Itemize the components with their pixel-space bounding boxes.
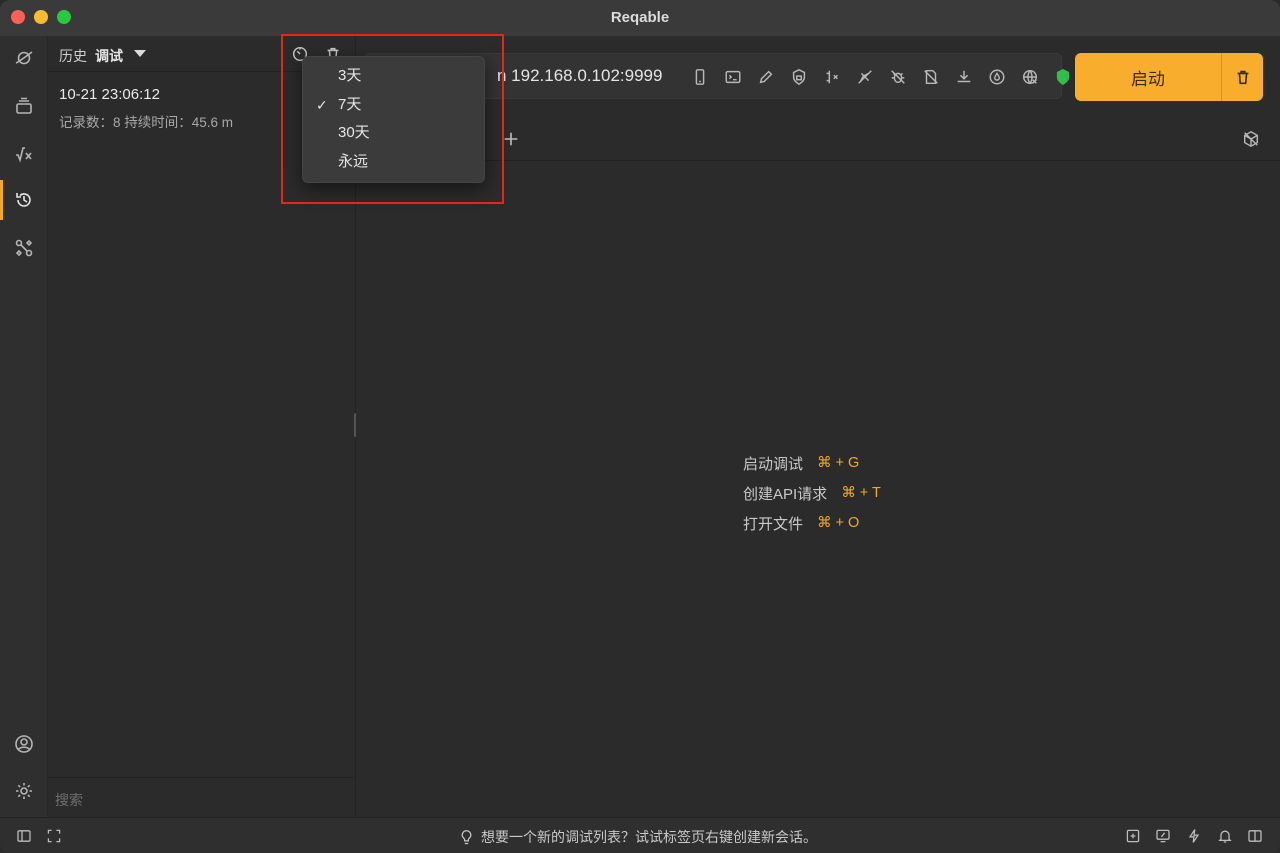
nav-sidebar [0, 36, 48, 817]
shortcut-hints: 启动调试 ⌘ + G 创建API请求 ⌘ + T 打开文件 ⌘ + O [743, 448, 881, 538]
stack-icon [16, 97, 32, 114]
title-bar: Reqable [0, 0, 1280, 36]
lightbulb-icon [461, 829, 472, 844]
toggle-panel-button[interactable] [1246, 827, 1264, 845]
user-circle-icon [15, 735, 33, 753]
cube-off-icon [1243, 130, 1259, 148]
mobile-device-button[interactable] [683, 65, 716, 89]
ssl-button[interactable] [782, 65, 815, 89]
plus-icon [504, 132, 518, 146]
annotation-highlight-box [281, 34, 504, 204]
status-bar: 想要一个新的调试列表？试试标签页右键创建新会话。 [0, 817, 1280, 853]
shortcut-key: ⌘ + T [841, 485, 881, 501]
terminal-button[interactable] [716, 65, 749, 89]
shield-icon [1056, 68, 1069, 86]
quick-action-button[interactable] [1185, 827, 1203, 845]
globe-off-icon [1022, 69, 1037, 85]
terminal-icon [725, 70, 740, 84]
record-meta: 记录数：8 持续时间：45.6 m [59, 115, 234, 130]
bug-icon [890, 70, 905, 84]
shortcut-key: ⌘ + G [817, 455, 860, 471]
proxy-address[interactable]: n 192.168.0.102:9999 [497, 66, 662, 86]
shortcut-label: 创建API请求 [743, 485, 828, 503]
shortcut-label: 启动调试 [743, 455, 804, 473]
history-search-input[interactable]: 搜索 [48, 777, 356, 817]
workspace-button[interactable] [1242, 130, 1262, 150]
gear-icon [16, 783, 32, 799]
pencil-icon [759, 70, 772, 84]
slash-pin-icon [857, 70, 872, 84]
sqrt-function-icon [16, 147, 32, 163]
proxy-toolbar [683, 65, 1079, 89]
mirror-off-icon [923, 69, 938, 85]
breakpoint-button[interactable] [815, 65, 848, 89]
nav-item-tools[interactable] [0, 226, 48, 270]
new-window-button[interactable] [1124, 827, 1142, 845]
status-hint-text: 想要一个新的调试列表？试试标签页右键创建新会话。 [481, 829, 817, 845]
console-button[interactable] [1154, 827, 1172, 845]
nav-item-settings[interactable] [0, 769, 48, 813]
nav-item-collections[interactable] [0, 84, 48, 128]
nav-item-account[interactable] [0, 722, 48, 766]
drop-icon [989, 69, 1004, 85]
history-record[interactable]: 10-21 23:06:12 记录数：8 持续时间：45.6 m [59, 86, 233, 131]
nav-item-scripts[interactable] [0, 132, 48, 176]
shortcut-start-debug: 启动调试 ⌘ + G [743, 448, 881, 478]
trash-icon [1237, 70, 1248, 85]
history-icon [16, 193, 31, 207]
shortcut-key: ⌘ + O [817, 515, 860, 531]
history-mode-selector[interactable]: 调试 [95, 46, 123, 66]
nav-item-capture[interactable] [0, 36, 48, 80]
shortcut-label: 打开文件 [743, 515, 804, 533]
fullscreen-icon [47, 829, 61, 843]
fullscreen-button[interactable] [45, 827, 63, 845]
shortcut-open-file: 打开文件 ⌘ + O [743, 508, 881, 538]
start-button[interactable]: 启动 [1075, 53, 1221, 101]
network-button[interactable] [1013, 65, 1046, 89]
block-button[interactable] [848, 65, 881, 89]
split-panel-icon [1248, 830, 1262, 842]
toggle-sidebar-button[interactable] [15, 827, 33, 845]
rewrite-button[interactable] [749, 65, 782, 89]
nav-item-history[interactable] [0, 178, 48, 222]
notifications-button[interactable] [1216, 827, 1234, 845]
monitor-icon [1156, 829, 1170, 843]
mobile-icon [695, 69, 704, 85]
clear-session-button[interactable] [1221, 53, 1263, 101]
status-hint: 想要一个新的调试列表？试试标签页右键创建新会话。 [458, 827, 817, 847]
planet-icon [15, 51, 33, 65]
history-label: 历史 [59, 48, 87, 64]
debug-button[interactable] [881, 65, 914, 89]
download-icon [957, 70, 970, 83]
download-button[interactable] [947, 65, 980, 89]
lock-shield-icon [792, 68, 805, 86]
caret-down-icon[interactable] [134, 50, 146, 57]
mirror-button[interactable] [914, 65, 947, 89]
shortcut-create-api: 创建API请求 ⌘ + T [743, 478, 881, 508]
app-window: Reqable 历史 调试 10-21 23:06:12 记录数：8 持续时间：… [0, 0, 1280, 853]
lightning-icon [1188, 829, 1200, 843]
tools-icon [15, 239, 33, 257]
record-time: 10-21 23:06:12 [59, 86, 160, 103]
throttle-button[interactable] [980, 65, 1013, 89]
window-title: Reqable [610, 9, 670, 26]
sidebar-icon [17, 830, 31, 842]
bell-icon [1218, 830, 1232, 843]
breakpoint-icon [826, 70, 838, 84]
add-window-icon [1126, 829, 1140, 843]
